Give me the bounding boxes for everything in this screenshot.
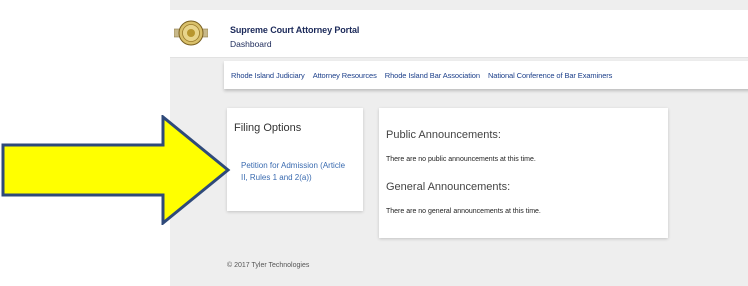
court-seal-icon[interactable] [174,16,208,50]
nav-link-attorney-resources[interactable]: Attorney Resources [313,71,377,80]
nav-bar: Rhode Island Judiciary Attorney Resource… [224,61,748,89]
footer-copyright: © 2017 Tyler Technologies [227,262,310,269]
filing-options-card: Filing Options Petition for Admission (A… [227,108,363,211]
nav-link-ri-bar-association[interactable]: Rhode Island Bar Association [385,71,480,80]
dashboard-link[interactable]: Dashboard [230,39,272,49]
announcements-card: Public Announcements: There are no publi… [379,108,668,238]
general-announcements-text: There are no general announcements at th… [386,208,541,215]
nav-link-ncbe[interactable]: National Conference of Bar Examiners [488,71,612,80]
nav-link-ri-judiciary[interactable]: Rhode Island Judiciary [231,71,305,80]
yellow-arrow-icon [1,115,231,225]
portal-title[interactable]: Supreme Court Attorney Portal [230,25,359,35]
top-header: Supreme Court Attorney Portal Dashboard [170,10,748,58]
public-announcements-title: Public Announcements: [386,129,501,141]
filing-options-title: Filing Options [234,122,302,134]
public-announcements-text: There are no public announcements at thi… [386,156,536,163]
general-announcements-title: General Announcements: [386,181,511,193]
portal-page: Supreme Court Attorney Portal Dashboard … [170,0,748,286]
screenshot-stage: Supreme Court Attorney Portal Dashboard … [0,0,748,286]
petition-for-admission-link[interactable]: Petition for Admission (Article II, Rule… [241,160,353,184]
